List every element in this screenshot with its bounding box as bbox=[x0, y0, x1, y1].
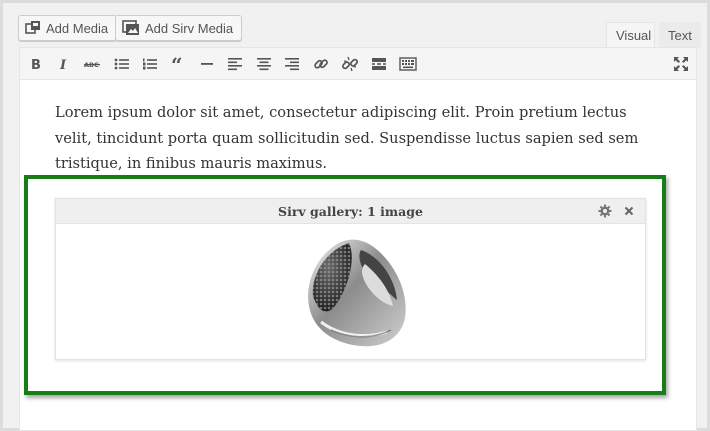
toolbar-toggle-icon bbox=[399, 57, 417, 71]
bold-button[interactable]: B bbox=[24, 52, 48, 76]
blockquote-icon: “ bbox=[171, 57, 183, 71]
fullscreen-icon bbox=[674, 57, 688, 71]
add-media-button[interactable]: Add Media bbox=[18, 15, 118, 41]
add-sirv-media-label: Add Sirv Media bbox=[145, 20, 234, 36]
insert-link-button[interactable] bbox=[309, 52, 333, 76]
fullscreen-button[interactable] bbox=[669, 52, 693, 76]
sirv-media-icon bbox=[122, 20, 140, 36]
add-media-label: Add Media bbox=[46, 20, 109, 36]
horizontal-rule-icon bbox=[201, 63, 213, 65]
add-sirv-media-button[interactable]: Add Sirv Media bbox=[115, 15, 243, 41]
svg-text:I: I bbox=[59, 58, 67, 71]
tab-visual[interactable]: Visual bbox=[606, 22, 655, 48]
italic-icon: I bbox=[59, 58, 67, 71]
align-center-icon bbox=[257, 58, 271, 71]
gallery-highlight-frame bbox=[24, 175, 666, 395]
link-icon bbox=[314, 59, 328, 69]
align-right-button[interactable] bbox=[280, 52, 304, 76]
align-left-button[interactable] bbox=[223, 52, 247, 76]
tab-visual-label: Visual bbox=[616, 28, 652, 43]
bullet-list-button[interactable] bbox=[110, 52, 134, 76]
unlink-icon bbox=[342, 56, 358, 72]
numbered-list-button[interactable] bbox=[138, 52, 162, 76]
blockquote-button[interactable]: “ bbox=[167, 52, 191, 76]
align-center-button[interactable] bbox=[252, 52, 276, 76]
remove-link-button[interactable] bbox=[338, 52, 362, 76]
numbered-list-icon bbox=[143, 58, 157, 70]
svg-text:B: B bbox=[31, 58, 41, 71]
add-media-icon bbox=[25, 20, 41, 36]
italic-button[interactable]: I bbox=[52, 52, 76, 76]
align-left-icon bbox=[228, 58, 242, 71]
bullet-list-icon bbox=[114, 58, 129, 70]
tab-text-label: Text bbox=[668, 27, 692, 43]
toolbar-toggle-button[interactable] bbox=[396, 52, 420, 76]
formatting-toolbar: B I ABC bbox=[20, 48, 696, 80]
bold-icon: B bbox=[31, 58, 41, 71]
strikethrough-button[interactable]: ABC bbox=[80, 52, 104, 76]
tab-text[interactable]: Text bbox=[659, 22, 701, 48]
read-more-icon bbox=[372, 58, 386, 70]
editor-paragraph[interactable]: Lorem ipsum dolor sit amet, consectetur … bbox=[55, 100, 655, 177]
horizontal-rule-button[interactable] bbox=[195, 52, 219, 76]
svg-text:“: “ bbox=[171, 57, 183, 71]
strikethrough-icon: ABC bbox=[84, 61, 100, 69]
align-right-icon bbox=[285, 58, 299, 71]
read-more-button[interactable] bbox=[367, 52, 391, 76]
editor-frame: Add Media Add Sirv Media Visual Text B I bbox=[0, 0, 710, 431]
